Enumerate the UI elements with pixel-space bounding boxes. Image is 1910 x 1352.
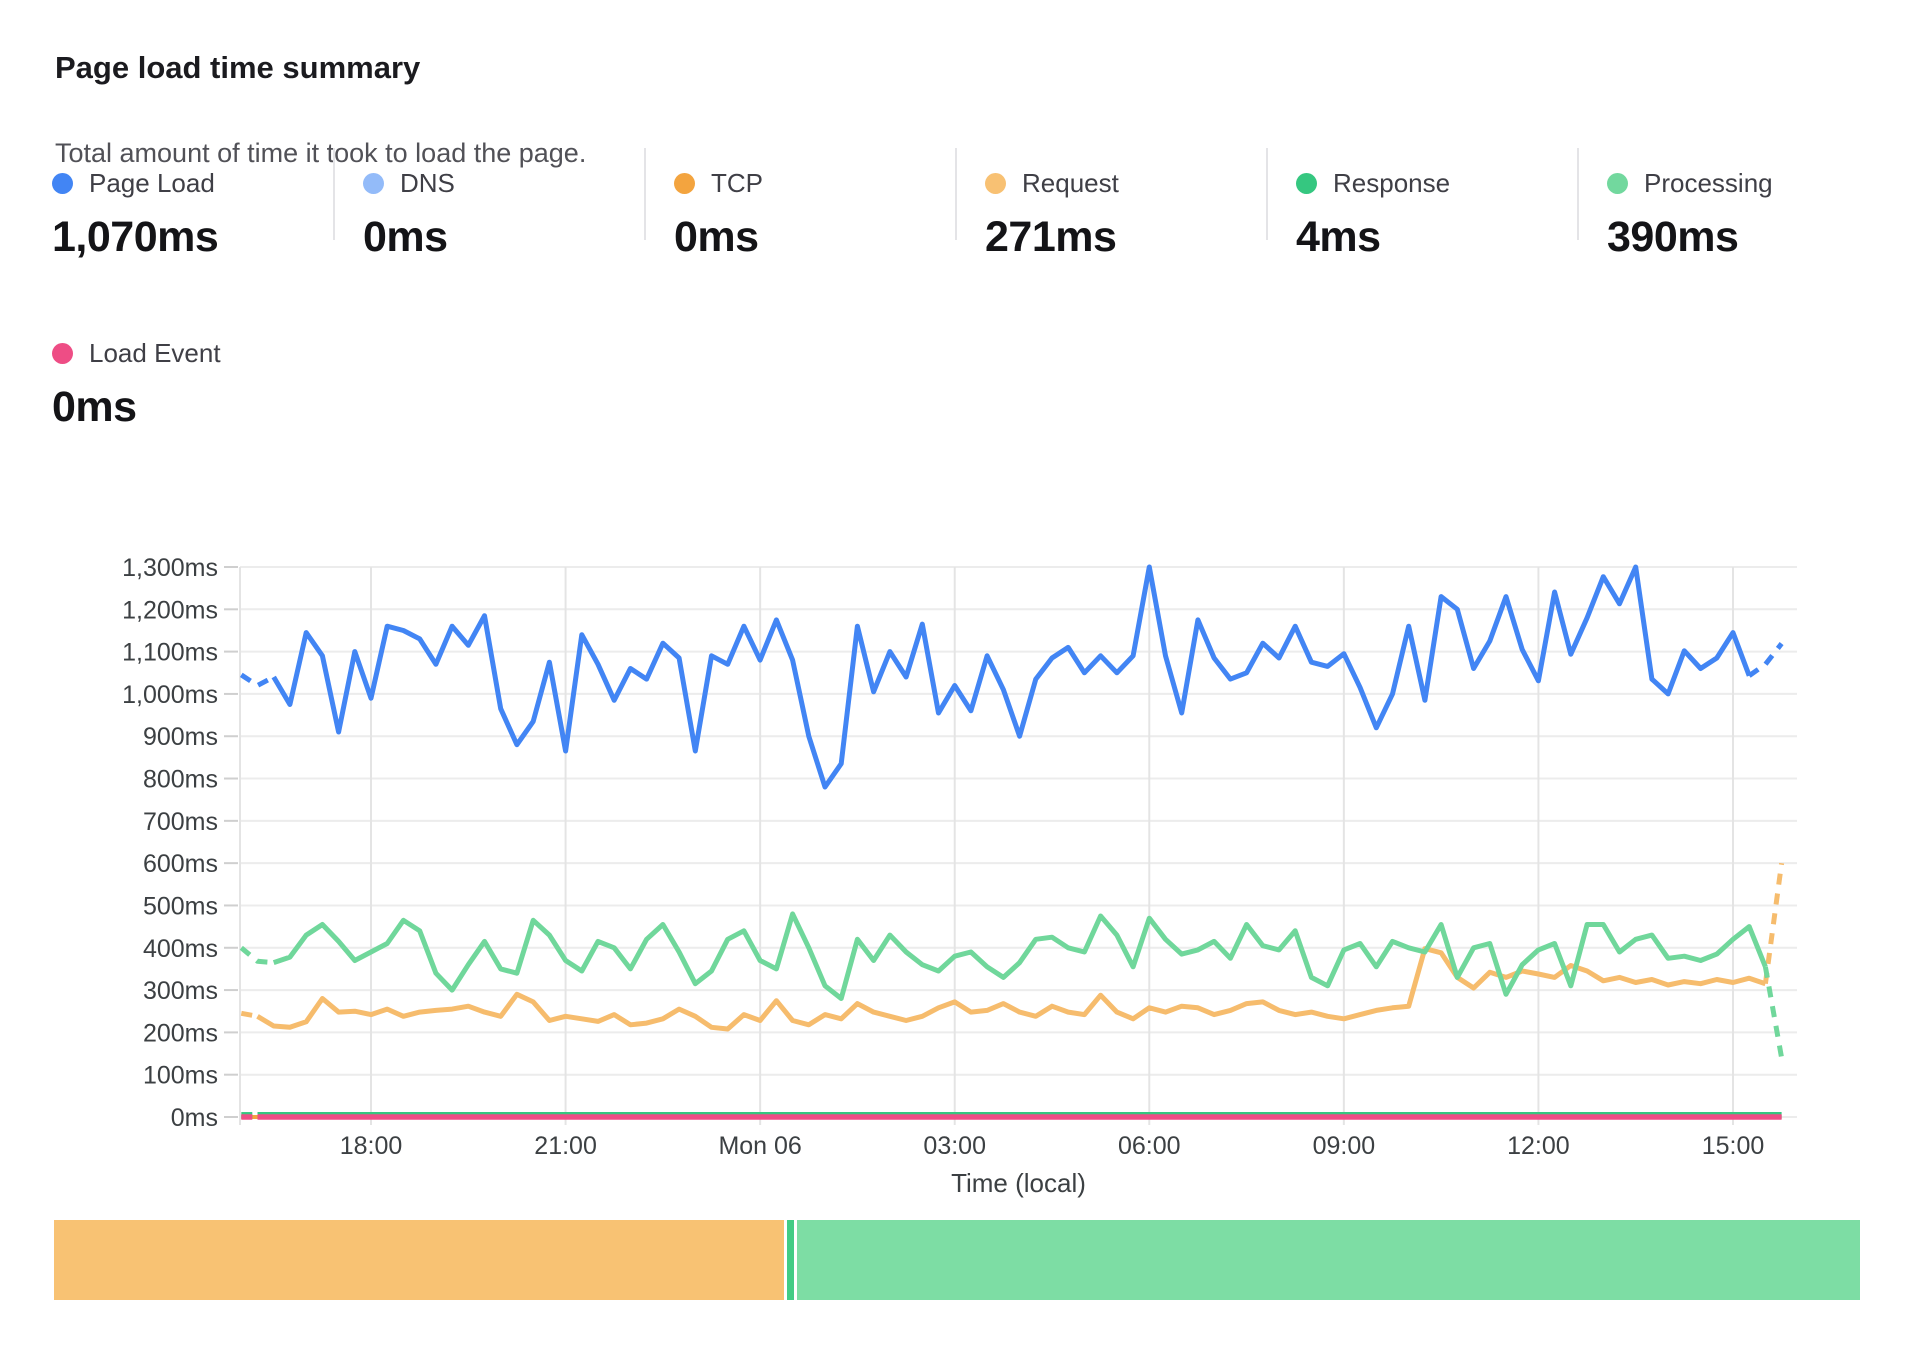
legend-label: Load Event [89,338,221,369]
y-axis-label: 1,000ms [122,681,218,709]
x-axis-label: 09:00 [1313,1132,1376,1160]
y-axis-label: 700ms [143,808,218,836]
legend-item-processing[interactable]: Processing 390ms [1607,168,1857,262]
request-dot-icon [985,173,1006,194]
legend-value: 4ms [1296,213,1546,262]
series-request-line-dash-start [241,1013,257,1016]
legend-item-load-event[interactable]: Load Event 0ms [52,338,302,432]
legend-item-tcp[interactable]: TCP 0ms [674,168,924,262]
y-axis-label: 1,300ms [122,554,218,582]
y-axis-label: 0ms [171,1104,218,1132]
legend-value: 1,070ms [52,213,302,262]
legend-value: 0ms [674,213,924,262]
legend-label: DNS [400,168,455,199]
response-dot-icon [1296,173,1317,194]
legend-divider [644,148,646,240]
x-axis-label: 21:00 [534,1132,597,1160]
legend-item-response[interactable]: Response 4ms [1296,168,1546,262]
series-page-load-line-dash-start [241,675,273,686]
legend-value: 0ms [52,383,302,432]
y-axis-label: 600ms [143,850,218,878]
legend-value: 271ms [985,213,1235,262]
x-axis-label: 03:00 [923,1132,986,1160]
y-axis-label: 800ms [143,766,218,794]
tcp-dot-icon [674,173,695,194]
y-axis-label: 300ms [143,977,218,1005]
legend-divider [1577,148,1579,240]
x-axis-title: Time (local) [951,1168,1086,1198]
page-subtitle: Total amount of time it took to load the… [55,138,586,169]
legend-divider [333,148,335,240]
series-processing-line-dash-start [241,948,273,963]
legend-value: 390ms [1607,213,1857,262]
legend-label: Page Load [89,168,215,199]
y-axis-label: 1,200ms [122,596,218,624]
footer-bar-processing-share[interactable] [797,1220,1860,1300]
series-processing-line [274,914,1766,999]
y-axis-label: 500ms [143,892,218,920]
x-axis-label: 06:00 [1118,1132,1181,1160]
y-axis-label: 1,100ms [122,639,218,667]
legend-label: Request [1022,168,1119,199]
dns-dot-icon [363,173,384,194]
legend-divider [955,148,957,240]
page-load-dot-icon [52,173,73,194]
y-axis-label: 100ms [143,1062,218,1090]
x-axis-label: 18:00 [340,1132,403,1160]
legend-label: TCP [711,168,763,199]
timing-breakdown-bar[interactable] [54,1220,1860,1300]
series-page-load-line [274,567,1750,787]
legend-item-dns[interactable]: DNS 0ms [363,168,613,262]
legend-label: Processing [1644,168,1773,199]
y-axis-label: 200ms [143,1019,218,1047]
page-title: Page load time summary [55,50,420,86]
x-axis-label: 15:00 [1702,1132,1765,1160]
page-load-summary-panel: Page load time summary Total amount of t… [0,0,1910,1352]
series-page-load-line-dash-end [1749,644,1781,676]
legend-item-request[interactable]: Request 271ms [985,168,1235,262]
footer-bar-request-share[interactable] [54,1220,784,1300]
y-axis-label: 900ms [143,723,218,751]
legend-divider [1266,148,1268,240]
load-event-dot-icon [52,343,73,364]
x-axis-label: 12:00 [1507,1132,1570,1160]
load-time-line-chart[interactable]: 0ms 100ms 200ms 300ms 400ms 500ms 600ms 700ms 80… [0,438,1910,1230]
x-axis-label: Mon 06 [718,1132,801,1160]
legend-label: Response [1333,168,1450,199]
legend-value: 0ms [363,213,613,262]
processing-dot-icon [1607,173,1628,194]
footer-bar-divider-share[interactable] [784,1220,797,1300]
legend-item-page-load[interactable]: Page Load 1,070ms [52,168,302,262]
series-request-line-dash-end [1765,863,1781,984]
y-axis-label: 400ms [143,935,218,963]
